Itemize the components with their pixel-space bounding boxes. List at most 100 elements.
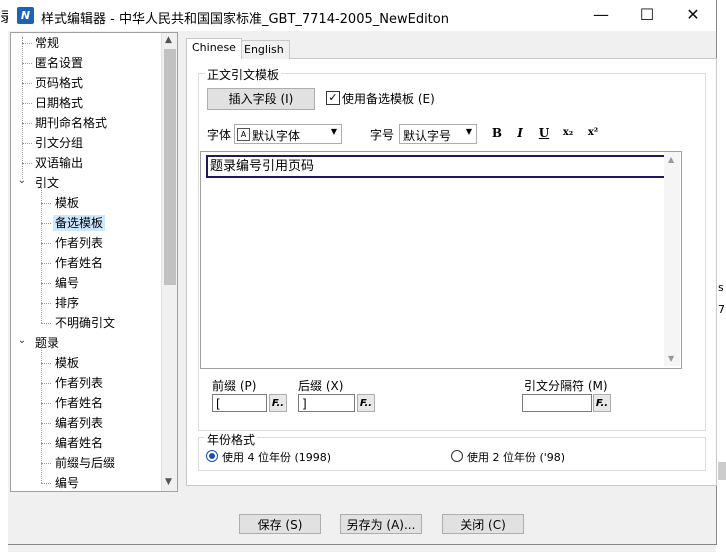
- use-alt-template-checkbox[interactable]: ✓: [326, 91, 340, 105]
- tree-item[interactable]: 期刊命名格式: [33, 113, 109, 133]
- tree-connector: [41, 243, 51, 244]
- tree-subitem[interactable]: 排序: [53, 293, 81, 313]
- suffix-input[interactable]: ]: [298, 394, 355, 412]
- separator-label: 引文分隔符 (M): [524, 379, 608, 393]
- year-2digit-label[interactable]: 使用 2 位年份 ('98): [467, 449, 565, 465]
- scrollbar-thumb[interactable]: [164, 49, 176, 285]
- tree-item-label: 排序: [55, 296, 80, 310]
- tree-subitem[interactable]: 作者列表: [53, 373, 105, 393]
- suffix-font-button[interactable]: F..: [357, 394, 375, 412]
- tab-chinese[interactable]: Chinese: [186, 38, 242, 59]
- prefix-label: 前缀 (P): [212, 379, 257, 393]
- tree-item[interactable]: 匿名设置: [33, 53, 85, 73]
- tree-item-label: 期刊命名格式: [35, 116, 108, 130]
- separator-font-button[interactable]: F..: [593, 394, 611, 412]
- bold-button[interactable]: B: [488, 124, 506, 142]
- tree-connector: [41, 203, 51, 204]
- tree-subitem[interactable]: 编号: [53, 473, 81, 491]
- tree-item-label: 模板: [55, 196, 80, 210]
- group-title: 正文引文模板: [205, 66, 282, 83]
- tree-subitem[interactable]: 前缀与后缀: [53, 453, 117, 473]
- tree-item[interactable]: 页码格式: [33, 73, 85, 93]
- close-window-button[interactable]: ✕: [670, 0, 716, 31]
- tree-item-label: 不明确引文: [55, 316, 116, 330]
- title-bar[interactable]: N 样式编辑器 - 中华人民共和国国家标准_GBT_7714-2005_NewE…: [8, 0, 716, 31]
- use-alt-template-label[interactable]: 使用备选模板 (E): [342, 90, 435, 107]
- underline-button[interactable]: U: [535, 124, 553, 142]
- maximize-button[interactable]: ☐: [624, 0, 670, 31]
- insert-field-button[interactable]: 插入字段 (I): [207, 88, 315, 110]
- tree-subitem[interactable]: 作者姓名: [53, 253, 105, 273]
- save-as-button[interactable]: 另存为 (A)...: [340, 514, 422, 534]
- suffix-label: 后缀 (X): [298, 379, 344, 393]
- tree-item-label: 前缀与后缀: [55, 456, 116, 470]
- tree-item-label: 作者姓名: [55, 256, 104, 270]
- tree-connector: [22, 83, 32, 84]
- scroll-up-icon[interactable]: ▲: [668, 155, 674, 164]
- tree-item[interactable]: 常规: [33, 33, 61, 53]
- tree-subitem[interactable]: 编者列表: [53, 413, 105, 433]
- tree-item-label: 编者姓名: [55, 436, 104, 450]
- group-title: 年份格式: [205, 431, 258, 448]
- tree-connector: [22, 63, 32, 64]
- tree-scrollbar[interactable]: ▲ ▼: [161, 33, 177, 491]
- scroll-down-icon[interactable]: ▼: [165, 477, 172, 487]
- editor-scrollbar[interactable]: ▲ ▼: [664, 152, 680, 366]
- tree-subitem[interactable]: 模板: [53, 353, 81, 373]
- tree-subitem[interactable]: 编号: [53, 273, 81, 293]
- year-4digit-label[interactable]: 使用 4 位年份 (1998): [222, 449, 331, 465]
- separator-input[interactable]: [522, 394, 592, 412]
- tree-connector: [41, 443, 51, 444]
- tree-subitem[interactable]: 编者姓名: [53, 433, 105, 453]
- size-select-value: 默认字号: [403, 129, 452, 143]
- font-select[interactable]: A 默认字体 ▼: [234, 124, 342, 144]
- superscript-button[interactable]: x²: [584, 124, 602, 142]
- tree-item[interactable]: 引文分组: [33, 133, 85, 153]
- tree-connector: [41, 403, 51, 404]
- minimize-button[interactable]: —: [578, 0, 624, 31]
- tree-subitem[interactable]: 作者姓名: [53, 393, 105, 413]
- font-select-value: 默认字体: [252, 129, 301, 143]
- tree-connector: [41, 283, 51, 284]
- background-text: 7(: [718, 303, 726, 316]
- subscript-button[interactable]: x₂: [559, 124, 577, 142]
- year-2digit-radio[interactable]: [451, 450, 463, 462]
- year-4digit-radio[interactable]: [206, 450, 218, 462]
- tree-connector: [41, 483, 51, 484]
- tree-connector: [41, 223, 51, 224]
- tree-subitem[interactable]: 模板: [53, 193, 81, 213]
- tree-connector: [41, 263, 51, 264]
- tree-item-label: 编者列表: [55, 416, 104, 430]
- prefix-input[interactable]: [: [212, 394, 267, 412]
- save-button[interactable]: 保存 (S): [239, 514, 321, 534]
- tree-item[interactable]: 日期格式: [33, 93, 85, 113]
- tree-subitem[interactable]: 作者列表: [53, 233, 105, 253]
- tree-item[interactable]: 双语输出: [33, 153, 85, 173]
- app-logo-icon: N: [17, 7, 34, 24]
- prefix-font-button[interactable]: F..: [269, 394, 287, 412]
- tab-english[interactable]: English: [238, 40, 290, 59]
- scroll-up-icon[interactable]: ▲: [165, 35, 172, 45]
- tree-subitem[interactable]: 不明确引文: [53, 313, 117, 333]
- tree-item-label: 页码格式: [35, 76, 84, 90]
- font-label: 字体: [207, 128, 232, 142]
- tree-subitem[interactable]: 备选模板: [53, 213, 106, 233]
- template-editor[interactable]: [200, 151, 682, 369]
- template-editor-line[interactable]: 题录编号引用页码: [206, 155, 666, 178]
- size-label: 字号: [370, 128, 395, 142]
- font-icon: A: [237, 128, 250, 141]
- background-scrollbar: [718, 462, 726, 480]
- tree-item[interactable]: 引文: [33, 173, 61, 193]
- close-button[interactable]: 关闭 (C): [442, 514, 524, 534]
- scroll-down-icon[interactable]: ▼: [668, 354, 674, 363]
- tree-item-label: 匿名设置: [35, 56, 84, 70]
- settings-tree[interactable]: 常规 匿名设置 页码格式 日期格式 期刊命名格式 引文分组 双语输出 引文 ⌄ 模板 备选模板 作者列…: [10, 32, 178, 492]
- tree-connector: [41, 363, 51, 364]
- tree-item-label: 作者姓名: [55, 396, 104, 410]
- size-select[interactable]: 默认字号 ▼: [399, 124, 477, 144]
- tree-item-label: 编号: [55, 276, 80, 290]
- expand-toggle-icon[interactable]: ⌄: [16, 335, 28, 347]
- tree-connector: [22, 123, 32, 124]
- italic-button[interactable]: I: [511, 124, 529, 142]
- tree-item[interactable]: 题录: [33, 333, 61, 353]
